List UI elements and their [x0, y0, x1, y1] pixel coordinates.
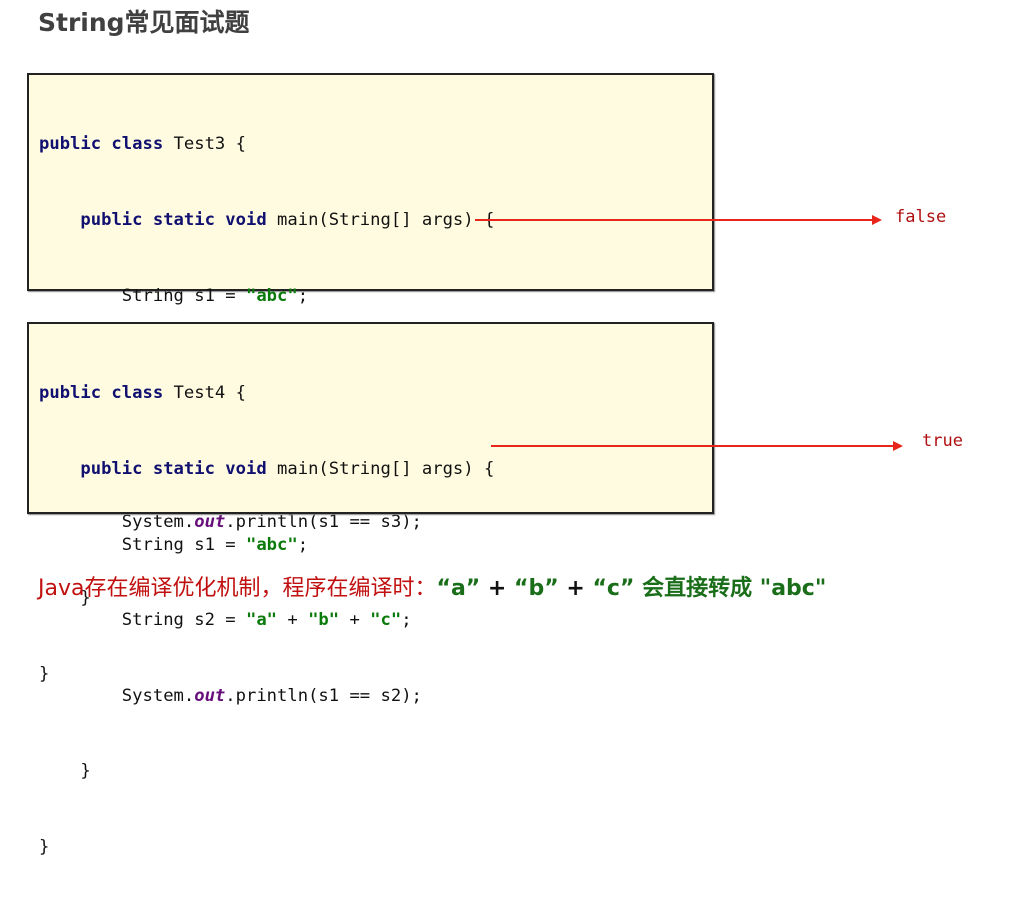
code-text: System.	[121, 685, 195, 706]
string-literal: "abc"	[245, 534, 298, 555]
code-line-method: public static void main(String[] args) {	[39, 208, 494, 233]
code-text: }	[39, 836, 50, 857]
caption-tail: 会直接转成 "abc"	[634, 576, 827, 601]
keyword: public class	[39, 383, 164, 404]
code-line-print: System.out.println(s1 == s2);	[39, 684, 494, 709]
code-line-method: public static void main(String[] args) {	[39, 457, 494, 482]
arrow-right-icon	[491, 441, 903, 451]
page-title: String常见面试题	[38, 8, 250, 37]
caption-literal: “b”	[514, 576, 559, 601]
caption-literal: “c”	[592, 576, 635, 601]
keyword: public class	[39, 134, 164, 155]
caption-plus: +	[558, 576, 593, 601]
caption-literal: “a”	[436, 576, 481, 601]
string-literal: "c"	[370, 610, 402, 631]
code-line-class: public class Test4 {	[39, 381, 494, 406]
output-result: false	[895, 207, 947, 227]
code-text: String s1 =	[121, 285, 246, 306]
code-text: String s1 =	[121, 534, 246, 555]
string-literal: "a"	[245, 610, 278, 631]
code-text: ;	[297, 285, 309, 306]
code-text: Test4 {	[163, 383, 246, 404]
output-result: true	[922, 431, 963, 451]
string-literal: "b"	[308, 610, 340, 631]
arrow-right-icon	[475, 215, 882, 225]
caption-lead: Java存在编译优化机制，程序在编译时：	[38, 576, 437, 601]
code-block-test3: public class Test3 { public static void …	[27, 73, 714, 684]
code-operator: +	[277, 610, 309, 631]
code-text: .println(s1 == s2);	[225, 685, 422, 706]
code-text: }	[80, 761, 91, 782]
code-line-statement: String s1 = "abc";	[39, 284, 494, 309]
code-text: Test3 {	[163, 134, 246, 155]
code-text: ;	[401, 610, 412, 631]
code-line-close-method: }	[39, 759, 494, 784]
caption-plus: +	[480, 576, 515, 601]
code-text: main(String[] args) {	[266, 459, 495, 479]
code-block-test4: public class Test4 { public static void …	[27, 322, 714, 857]
explanation-caption: Java存在编译优化机制，程序在编译时：“a” + “b” + “c” 会直接转…	[38, 570, 826, 602]
code-line-close-class: }	[39, 835, 494, 860]
static-field: out	[194, 685, 226, 706]
code-operator: +	[339, 610, 371, 631]
string-literal: "abc"	[245, 285, 298, 306]
code-listing: public class Test4 { public static void …	[39, 331, 494, 911]
code-line-statement: String s1 = "abc";	[39, 533, 494, 558]
code-text: ;	[297, 534, 309, 555]
code-line-statement: String s2 = "a" + "b" + "c";	[39, 608, 494, 633]
code-text: String s2 =	[121, 610, 246, 631]
keyword: public static void	[80, 459, 267, 479]
code-text: main(String[] args) {	[266, 210, 495, 230]
keyword: public static void	[80, 210, 267, 230]
code-line-class: public class Test3 {	[39, 132, 494, 157]
